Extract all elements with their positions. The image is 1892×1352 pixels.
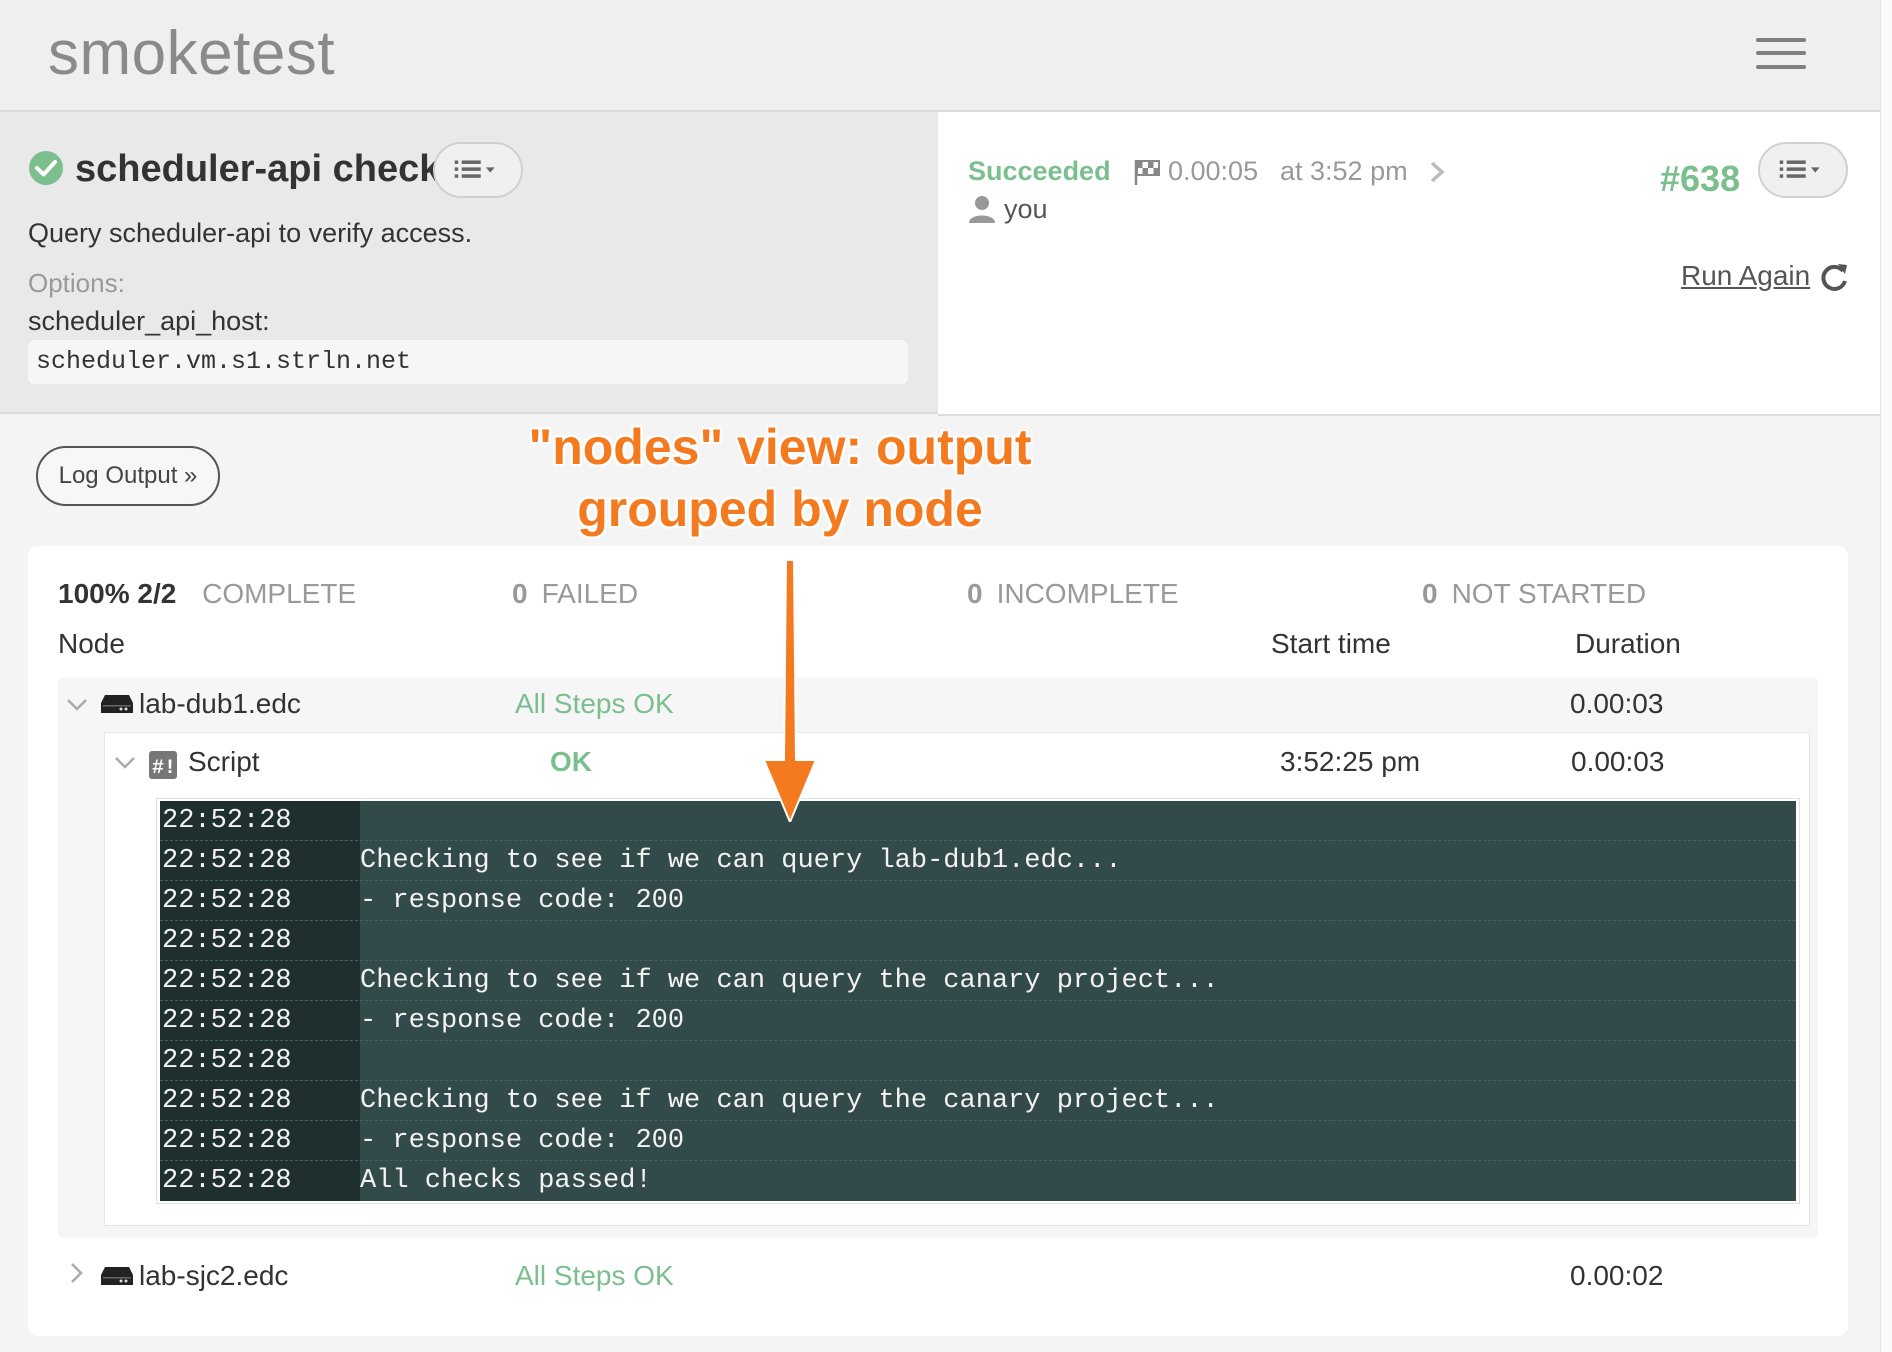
summary-incomplete: 0 INCOMPLETE: [967, 578, 1179, 610]
log-timestamp: 22:52:28: [162, 846, 292, 876]
chevron-right-icon[interactable]: [66, 1262, 88, 1284]
column-header-start-time: Start time: [1271, 628, 1391, 659]
log-line: 22:52:28 Checking to see if we can query…: [160, 961, 1796, 1001]
run-again-link[interactable]: Run Again: [1681, 260, 1810, 292]
log-line: 22:52:28: [160, 921, 1796, 961]
log-timestamp: 22:52:28: [162, 1086, 292, 1116]
flag-icon: [1134, 160, 1160, 185]
step-start-time: 3:52:25 pm: [1280, 746, 1421, 777]
options-label: Options:: [28, 268, 125, 298]
execution-time: at 3:52 pm: [1280, 156, 1408, 186]
step-duration: 0.00:03: [1571, 746, 1665, 777]
chevron-right-icon[interactable]: [1428, 160, 1446, 184]
log-timestamp: 22:52:28: [162, 1166, 292, 1196]
log-timestamp: 22:52:28: [162, 1006, 292, 1036]
summary-not-started-count: 0: [1422, 578, 1438, 609]
chevron-down-icon[interactable]: [114, 752, 136, 774]
log-line: 22:52:28 - response code: 200: [160, 1121, 1796, 1161]
log-timestamp: 22:52:28: [162, 1046, 292, 1076]
log-message: Checking to see if we can query the cana…: [360, 966, 1219, 996]
execution-status: Succeeded: [968, 156, 1111, 186]
log-message: All checks passed!: [360, 1166, 652, 1196]
page-scrollbar[interactable]: [1880, 0, 1892, 1352]
check-circle-icon: [29, 151, 63, 185]
hamburger-menu-icon[interactable]: [1756, 38, 1806, 70]
log-line: 22:52:28 All checks passed!: [160, 1161, 1796, 1201]
summary-complete-label: COMPLETE: [202, 578, 357, 609]
refresh-icon[interactable]: [1820, 262, 1848, 292]
log-line: 22:52:28 - response code: 200: [160, 1001, 1796, 1041]
log-timestamp: 22:52:28: [162, 1126, 292, 1156]
top-navbar: smoketest: [0, 0, 1880, 112]
log-message: Checking to see if we can query lab-dub1…: [360, 846, 1122, 876]
summary-not-started: 0 NOT STARTED: [1422, 578, 1646, 610]
column-header-node: Node: [58, 628, 125, 659]
log-timestamp: 22:52:28: [162, 886, 292, 916]
summary-percent: 100% 2/2: [58, 578, 177, 609]
option-value: scheduler.vm.s1.strln.net: [28, 340, 908, 384]
execution-actions-button[interactable]: [1758, 142, 1848, 198]
execution-duration: 0.00:05: [1168, 156, 1259, 186]
job-title[interactable]: scheduler-api check: [75, 148, 440, 191]
option-key: scheduler_api_host:: [28, 306, 270, 336]
server-icon: [101, 695, 133, 713]
annotation-arrow-icon: [762, 560, 818, 822]
log-timestamp: 22:52:28: [162, 966, 292, 996]
summary-not-started-label: NOT STARTED: [1451, 578, 1647, 609]
summary-failed-label: FAILED: [541, 578, 639, 609]
step-status: OK: [550, 746, 592, 777]
execution-user: you: [1004, 194, 1048, 224]
node-name[interactable]: lab-dub1.edc: [139, 688, 301, 720]
log-line: 22:52:28: [160, 1041, 1796, 1081]
svg-text:#!: #!: [152, 757, 176, 780]
job-actions-button[interactable]: [433, 142, 523, 198]
step-name[interactable]: Script: [188, 746, 260, 778]
job-description: Query scheduler-api to verify access.: [28, 218, 473, 248]
summary-incomplete-label: INCOMPLETE: [996, 578, 1179, 609]
user-icon: [969, 196, 995, 223]
log-message: - response code: 200: [360, 1006, 685, 1036]
log-message: - response code: 200: [360, 886, 685, 916]
divider: [0, 412, 938, 414]
log-line: 22:52:28 - response code: 200: [160, 881, 1796, 921]
log-line: 22:52:28: [160, 801, 1796, 841]
script-icon: #!: [149, 751, 177, 780]
summary-incomplete-count: 0: [967, 578, 983, 609]
node-status: All Steps OK: [515, 688, 674, 719]
log-line: 22:52:28 Checking to see if we can query…: [160, 841, 1796, 881]
annotation-line-1: "nodes" view: output: [528, 419, 1032, 475]
node-status: All Steps OK: [515, 1260, 674, 1291]
node-duration: 0.00:02: [1570, 1260, 1664, 1291]
log-timestamp: 22:52:28: [162, 806, 292, 836]
column-header-duration: Duration: [1575, 628, 1681, 659]
list-menu-icon: [1779, 160, 1820, 178]
log-output-button[interactable]: Log Output »: [36, 446, 220, 506]
summary-failed-count: 0: [512, 578, 528, 609]
app-title[interactable]: smoketest: [48, 18, 335, 89]
summary-failed: 0 FAILED: [512, 578, 638, 610]
server-icon: [101, 1267, 133, 1285]
summary-complete: 100% 2/2 COMPLETE: [58, 578, 356, 610]
log-line: 22:52:28 Checking to see if we can query…: [160, 1081, 1796, 1121]
annotation-callout: "nodes" view: output grouped by node: [520, 416, 1040, 540]
list-menu-icon: [454, 160, 495, 178]
chevron-down-icon[interactable]: [66, 694, 88, 716]
node-name[interactable]: lab-sjc2.edc: [139, 1260, 288, 1292]
node-duration: 0.00:03: [1570, 688, 1664, 719]
execution-number[interactable]: #638: [1660, 158, 1740, 200]
log-message: - response code: 200: [360, 1126, 685, 1156]
log-message: Checking to see if we can query the cana…: [360, 1086, 1219, 1116]
annotation-line-2: grouped by node: [577, 481, 983, 537]
log-timestamp: 22:52:28: [162, 926, 292, 956]
